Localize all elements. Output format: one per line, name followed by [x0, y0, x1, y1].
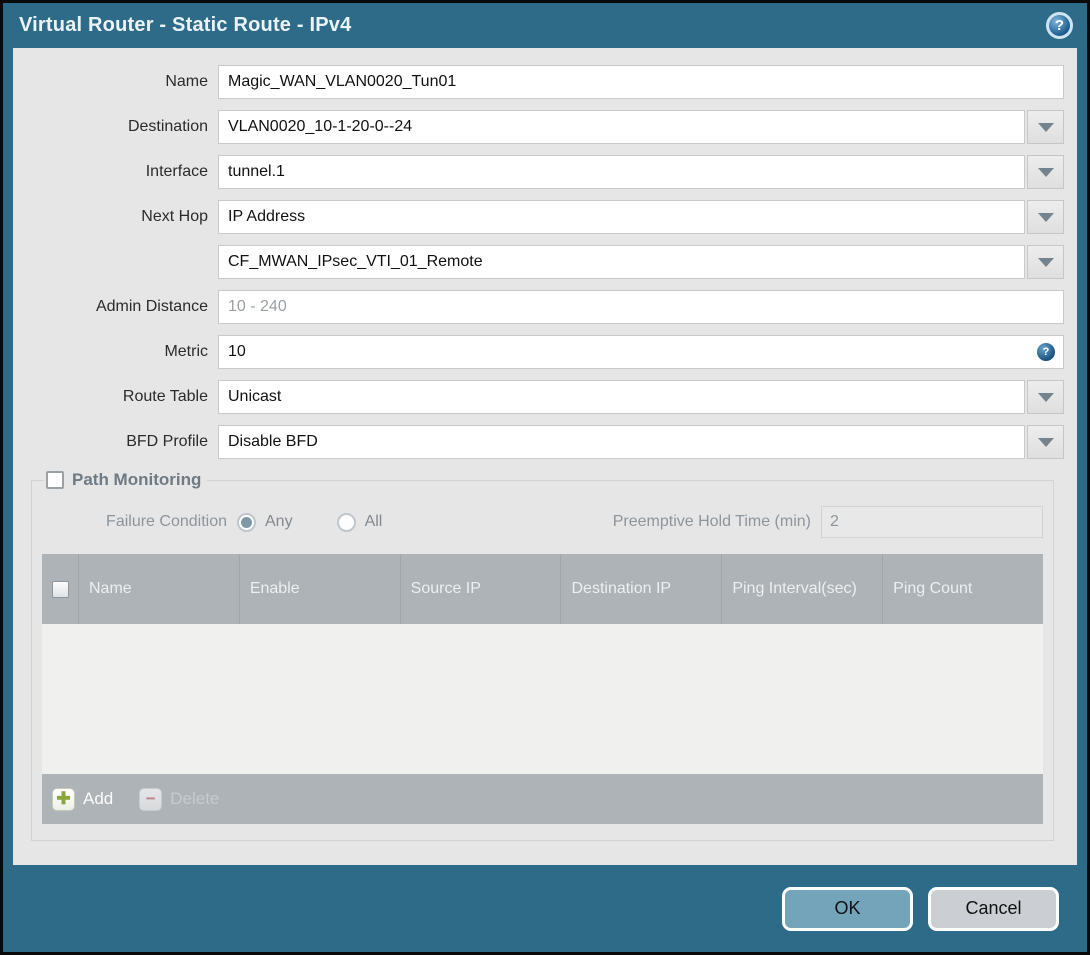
chevron-down-icon: [1037, 437, 1054, 447]
interface-label: Interface: [145, 163, 208, 180]
name-input[interactable]: [218, 65, 1064, 99]
bfd-profile-label: BFD Profile: [126, 433, 208, 450]
metric-input[interactable]: [218, 335, 1064, 369]
delete-button[interactable]: − Delete: [139, 787, 220, 811]
column-header-name[interactable]: Name: [78, 554, 239, 624]
destination-label: Destination: [127, 118, 208, 135]
metric-label: Metric: [164, 343, 208, 360]
preemptive-hold-time: Preemptive Hold Time (min): [613, 506, 1043, 538]
next-hop-select[interactable]: [218, 200, 1025, 234]
chevron-down-icon: [1037, 122, 1054, 132]
radio-selected-icon: [237, 512, 256, 532]
table-header-row: Name Enable Source IP Destination IP Pin…: [42, 554, 1043, 624]
path-monitoring-checkbox[interactable]: [46, 471, 64, 489]
bfd-profile-select[interactable]: [218, 425, 1025, 459]
admin-distance-label: Admin Distance: [95, 298, 208, 315]
next-hop-address-input[interactable]: [218, 245, 1025, 279]
interface-dropdown-button[interactable]: [1027, 155, 1064, 189]
dialog-title: Virtual Router - Static Route - IPv4: [19, 14, 352, 36]
metric-help-icon[interactable]: ?: [1037, 343, 1055, 361]
minus-icon: −: [139, 787, 163, 811]
add-button[interactable]: ✚ Add: [52, 787, 114, 811]
path-monitoring-options-row: Failure Condition Any All Preemptive Hol…: [42, 506, 1043, 538]
dialog-footer: OK Cancel: [3, 865, 1087, 952]
chevron-down-icon: [1037, 167, 1054, 177]
next-hop-label: Next Hop: [141, 208, 208, 225]
next-hop-dropdown-button[interactable]: [1027, 200, 1064, 234]
help-icon[interactable]: ?: [1046, 12, 1073, 39]
column-header-ping-interval[interactable]: Ping Interval(sec): [721, 554, 882, 624]
chevron-down-icon: [1037, 392, 1054, 402]
preemptive-hold-time-input[interactable]: [821, 506, 1043, 538]
column-header-ping-count[interactable]: Ping Count: [882, 554, 1043, 624]
cancel-button[interactable]: Cancel: [928, 886, 1059, 931]
radio-unselected-icon: [336, 512, 356, 532]
preemptive-hold-time-label: Preemptive Hold Time (min): [612, 513, 811, 530]
next-hop-address-row: [13, 245, 1064, 279]
select-all-checkbox[interactable]: [51, 580, 69, 598]
chevron-down-icon: [1037, 257, 1054, 267]
admin-distance-row: Admin Distance: [13, 290, 1064, 324]
column-header-enable[interactable]: Enable: [238, 554, 400, 624]
path-monitoring-title: Path Monitoring: [72, 470, 202, 489]
screenshot-frame: Virtual Router - Static Route - IPv4 ? N…: [0, 0, 1090, 955]
next-hop-row: Next Hop: [13, 200, 1064, 234]
path-monitoring-table: Name Enable Source IP Destination IP Pin…: [42, 554, 1043, 824]
dialog-content: Name Destination Interface: [13, 48, 1077, 865]
route-table-select[interactable]: [218, 380, 1025, 414]
destination-dropdown-button[interactable]: [1027, 110, 1064, 144]
name-row: Name: [13, 65, 1064, 99]
route-table-dropdown-button[interactable]: [1027, 380, 1064, 414]
path-monitoring-legend: Path Monitoring: [44, 470, 207, 490]
static-route-dialog: Virtual Router - Static Route - IPv4 ? N…: [3, 3, 1087, 952]
admin-distance-input[interactable]: [218, 290, 1064, 324]
bfd-profile-row: BFD Profile: [13, 425, 1064, 459]
name-label: Name: [165, 73, 208, 90]
chevron-down-icon: [1037, 212, 1054, 222]
column-header-destination-ip[interactable]: Destination IP: [560, 554, 721, 624]
radio-all[interactable]: All: [336, 512, 383, 532]
metric-row: Metric ?: [13, 335, 1064, 369]
bfd-profile-dropdown-button[interactable]: [1027, 425, 1064, 459]
dialog-titlebar: Virtual Router - Static Route - IPv4 ?: [3, 3, 1087, 48]
failure-condition-label: Failure Condition: [106, 513, 227, 530]
table-header-checkbox-cell: [42, 554, 78, 624]
radio-all-label: All: [364, 513, 383, 530]
interface-row: Interface: [13, 155, 1064, 189]
route-table-label: Route Table: [122, 388, 208, 405]
path-monitoring-section: Path Monitoring Failure Condition Any Al…: [31, 470, 1054, 841]
destination-row: Destination: [13, 110, 1064, 144]
delete-button-label: Delete: [170, 789, 220, 808]
interface-input[interactable]: [218, 155, 1025, 189]
plus-icon: ✚: [52, 787, 75, 811]
radio-any-label: Any: [265, 513, 293, 530]
destination-input[interactable]: [218, 110, 1025, 144]
column-header-source-ip[interactable]: Source IP: [399, 554, 561, 624]
radio-any[interactable]: Any: [237, 512, 293, 532]
table-toolbar: ✚ Add − Delete: [42, 774, 1043, 824]
failure-condition-radio-group: Any All: [237, 512, 383, 532]
next-hop-address-dropdown-button[interactable]: [1027, 245, 1064, 279]
table-body-empty: [42, 624, 1043, 774]
add-button-label: Add: [83, 789, 114, 808]
route-table-row: Route Table: [13, 380, 1064, 414]
ok-button[interactable]: OK: [782, 886, 913, 931]
